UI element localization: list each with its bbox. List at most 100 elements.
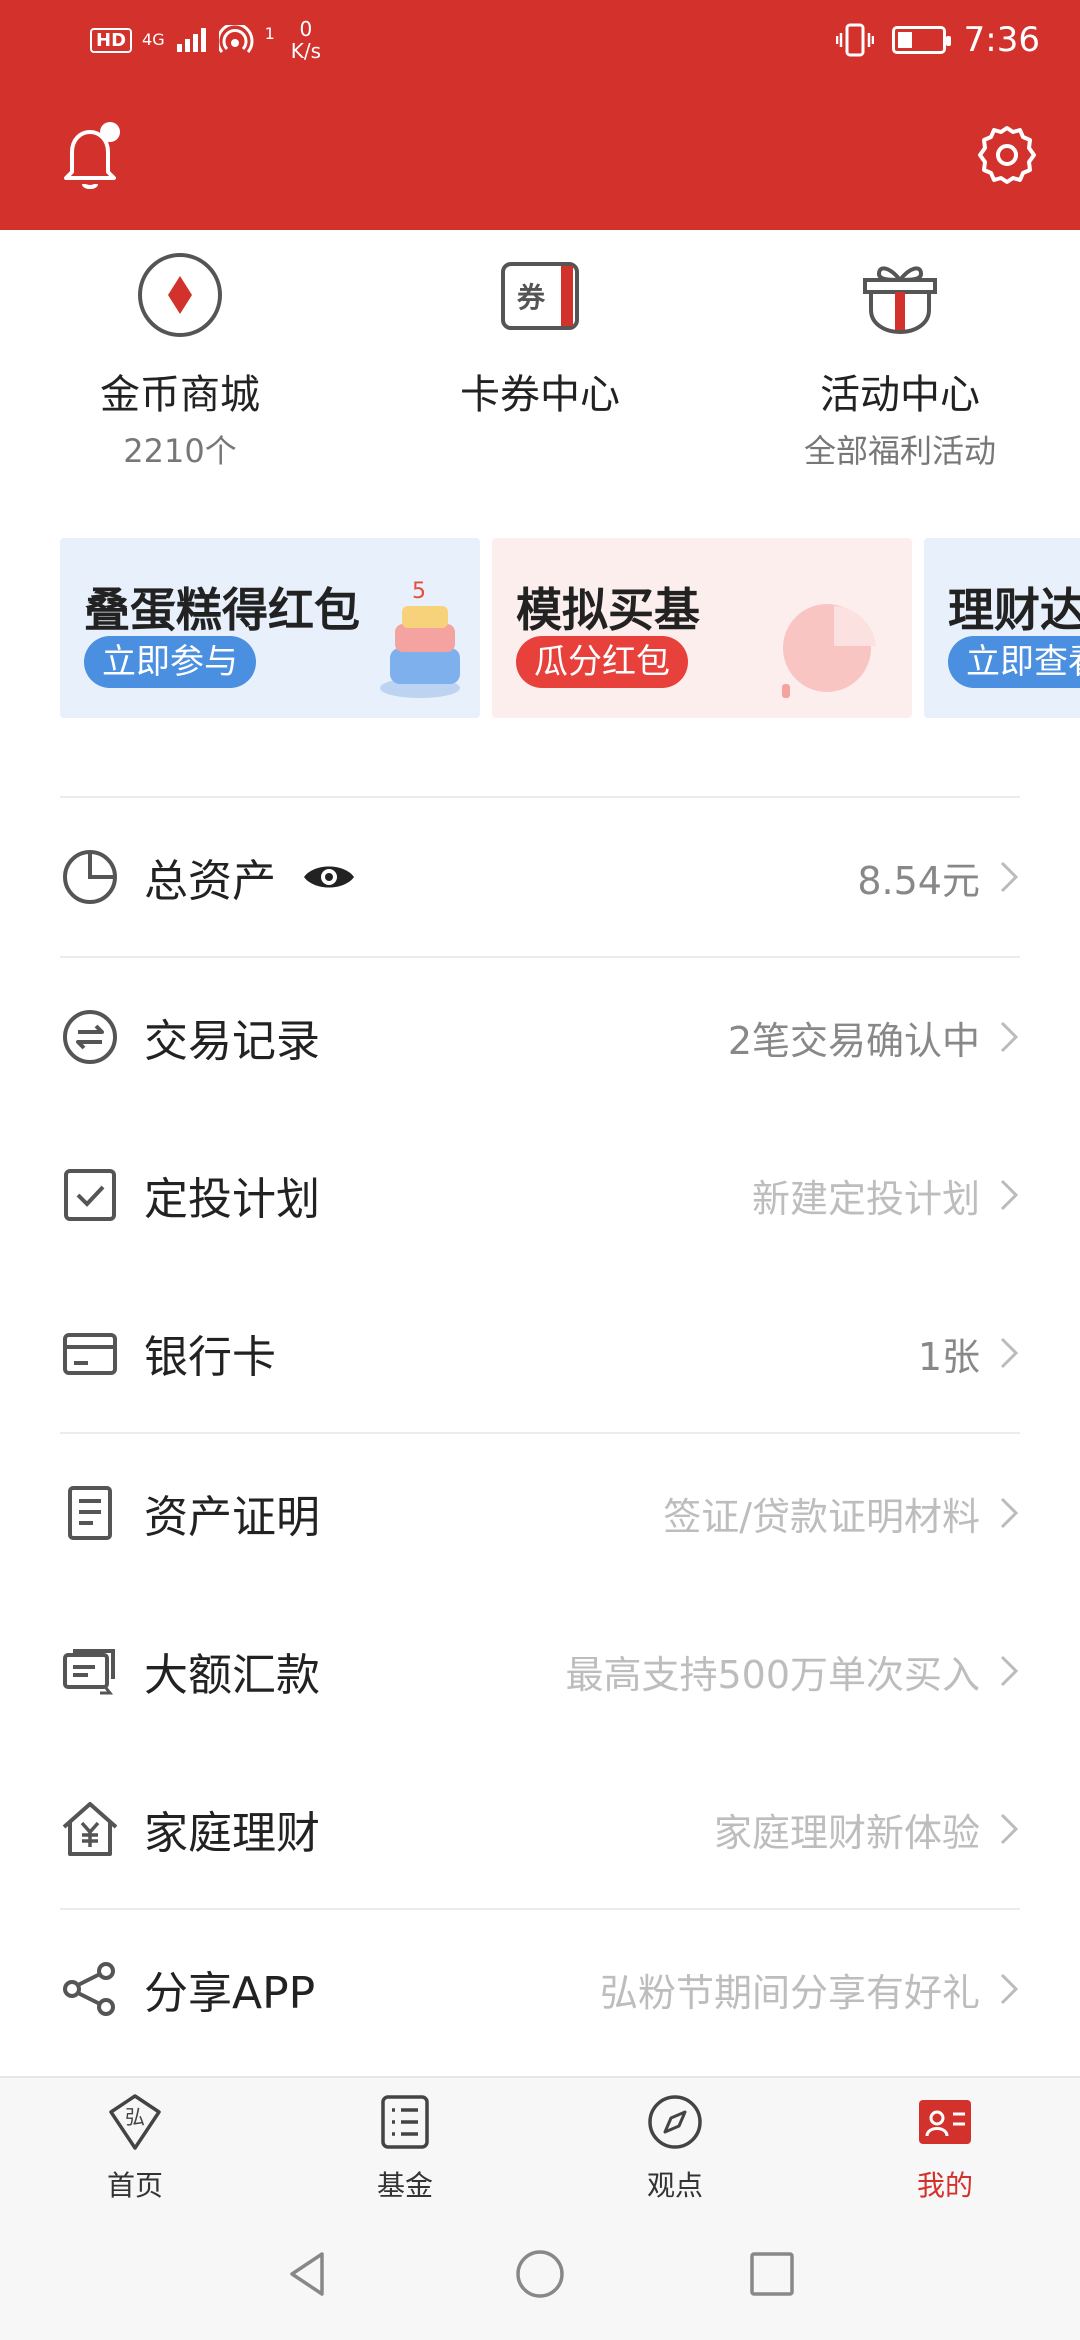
notification-bell-icon[interactable] [60, 120, 126, 192]
status-right: 7:36 [835, 20, 1040, 60]
row-value: 签证/贷款证明材料 [663, 1494, 980, 1539]
row-total-assets[interactable]: 总资产 8.54元 [60, 798, 1020, 956]
pie-chart-icon [63, 850, 117, 904]
profile-card-icon [919, 2100, 971, 2144]
row-share-app[interactable]: 分享APP 弘粉节期间分享有好礼 [60, 1910, 1020, 2068]
net-speed-unit: K/s [290, 39, 322, 63]
account-menu-list: 总资产 8.54元 交易记录 2笔交易确认中 定投计划 新建定投计划 银行卡 1… [60, 796, 1020, 2068]
quick-entries: 金币商城 2210个 券 卡券中心 活动中心 全部福利活动 [0, 230, 1080, 490]
exchange-icon [63, 1010, 117, 1064]
banner-carousel[interactable]: 叠蛋糕得红包 立即参与 5 模拟买基 瓜分红包 理财达 立即查看 [60, 538, 1080, 718]
wifi-hotspot-icon [218, 25, 254, 53]
row-value: 8.54元 [857, 858, 980, 903]
row-label: 定投计划 [144, 1174, 320, 1225]
row-value: 2笔交易确认中 [727, 1018, 980, 1063]
quick-entry-title: 卡券中心 [460, 372, 620, 418]
banner-title: 叠蛋糕得红包 [84, 583, 360, 637]
checkbox-icon [64, 1169, 116, 1221]
tab-mine[interactable]: 我的 [875, 2092, 1015, 2204]
row-large-remittance[interactable]: 大额汇款 最高支持500万单次买入 [60, 1592, 1020, 1750]
hd-badge: HD [90, 27, 133, 53]
quick-entry-coupon-center[interactable]: 券 卡券中心 [390, 230, 690, 426]
tab-label: 基金 [376, 2169, 433, 2202]
eye-icon[interactable] [302, 859, 356, 895]
status-left: HD 4G 1 0 K/s [90, 18, 321, 62]
banner-wealth[interactable]: 理财达 立即查看 [924, 538, 1080, 718]
document-icon [68, 1486, 112, 1540]
banner-cake[interactable]: 叠蛋糕得红包 立即参与 5 [60, 538, 480, 718]
row-value: 1张 [917, 1334, 980, 1379]
vibrate-icon [835, 23, 874, 57]
chevron-right-icon [1000, 1179, 1019, 1211]
row-bank-card[interactable]: 银行卡 1张 [60, 1274, 1020, 1432]
banner-title: 理财达 [948, 583, 1080, 637]
row-value: 弘粉节期间分享有好礼 [599, 1970, 980, 2015]
tab-label: 观点 [646, 2169, 703, 2202]
quick-entry-title: 活动中心 [820, 372, 980, 418]
gift-icon [863, 266, 937, 335]
chevron-right-icon [1000, 1813, 1019, 1845]
svg-text:5: 5 [412, 579, 426, 604]
row-label: 家庭理财 [144, 1808, 320, 1859]
row-family-finance[interactable]: 家庭理财 家庭理财新体验 [60, 1750, 1020, 1908]
row-label: 交易记录 [144, 1016, 320, 1067]
banner-view-button[interactable]: 立即查看 [948, 636, 1080, 688]
quick-entry-subtitle: 全部福利活动 [803, 432, 996, 470]
tab-funds[interactable]: 基金 [335, 2092, 475, 2204]
row-label: 总资产 [144, 856, 276, 907]
bottom-tab-bar: 弘 首页 基金 观点 我的 [0, 2076, 1080, 2208]
signal-icon [176, 28, 206, 52]
row-label: 大额汇款 [144, 1650, 320, 1701]
diamond-coin-icon [138, 253, 222, 337]
banner-simulated-fund[interactable]: 模拟买基 瓜分红包 [492, 538, 912, 718]
quick-entry-coin-mall[interactable]: 金币商城 2210个 [30, 230, 330, 472]
row-value: 最高支持500万单次买入 [565, 1652, 980, 1697]
chevron-right-icon [1000, 1497, 1019, 1529]
row-label: 银行卡 [144, 1332, 276, 1383]
row-transaction-records[interactable]: 交易记录 2笔交易确认中 [60, 958, 1020, 1116]
chevron-right-icon [1000, 1655, 1019, 1687]
header: HD 4G 1 0 K/s 7:36 [0, 0, 1080, 230]
quick-entry-activity-center[interactable]: 活动中心 全部福利活动 [750, 230, 1050, 472]
share-icon [63, 1962, 115, 2016]
battery-icon [891, 26, 951, 54]
quick-entry-title: 金币商城 [100, 372, 260, 418]
row-investment-plan[interactable]: 定投计划 新建定投计划 [60, 1116, 1020, 1274]
bank-card-icon [63, 1333, 117, 1375]
home-icon-text: 弘 [125, 2105, 145, 2129]
chevron-right-icon [1000, 1337, 1019, 1369]
tab-label: 我的 [916, 2169, 973, 2202]
banner-join-button[interactable]: 立即参与 [84, 636, 256, 688]
cake-illustration-icon: 5 [380, 579, 460, 698]
chevron-right-icon [1000, 1021, 1019, 1053]
row-label: 分享APP [144, 1968, 316, 2019]
status-bar: HD 4G 1 0 K/s 7:36 [0, 0, 1080, 80]
tab-views[interactable]: 观点 [605, 2092, 745, 2204]
network-label: 4G [142, 30, 165, 49]
coupon-icon-text: 券 [517, 281, 546, 314]
net-speed-value: 0 [299, 17, 313, 41]
chevron-right-icon [1000, 1973, 1019, 2005]
transfer-icon [63, 1649, 115, 1695]
settings-gear-icon[interactable] [974, 122, 1040, 188]
row-asset-proof[interactable]: 资产证明 签证/贷款证明材料 [60, 1434, 1020, 1592]
tab-label: 首页 [106, 2169, 163, 2202]
tab-home[interactable]: 弘 首页 [65, 2092, 205, 2204]
list-icon [381, 2095, 429, 2149]
banner-share-button[interactable]: 瓜分红包 [516, 636, 688, 688]
coupon-icon: 券 [501, 262, 579, 330]
quick-entry-subtitle: 2210个 [123, 432, 237, 470]
row-value: 家庭理财新体验 [713, 1810, 980, 1855]
recents-square-icon[interactable] [746, 2248, 798, 2300]
row-value: 新建定投计划 [751, 1176, 980, 1221]
hotspot-count: 1 [264, 23, 275, 43]
row-label: 资产证明 [144, 1492, 320, 1543]
system-navigation-bar [0, 2208, 1080, 2340]
home-yuan-icon [62, 1802, 118, 1856]
back-icon[interactable] [282, 2248, 334, 2300]
home-circle-icon[interactable] [514, 2248, 566, 2300]
chevron-right-icon [1000, 861, 1019, 893]
net-speed: 0 K/s [291, 18, 321, 62]
home-diamond-icon: 弘 [109, 2094, 161, 2150]
banner-title: 模拟买基 [516, 583, 700, 637]
